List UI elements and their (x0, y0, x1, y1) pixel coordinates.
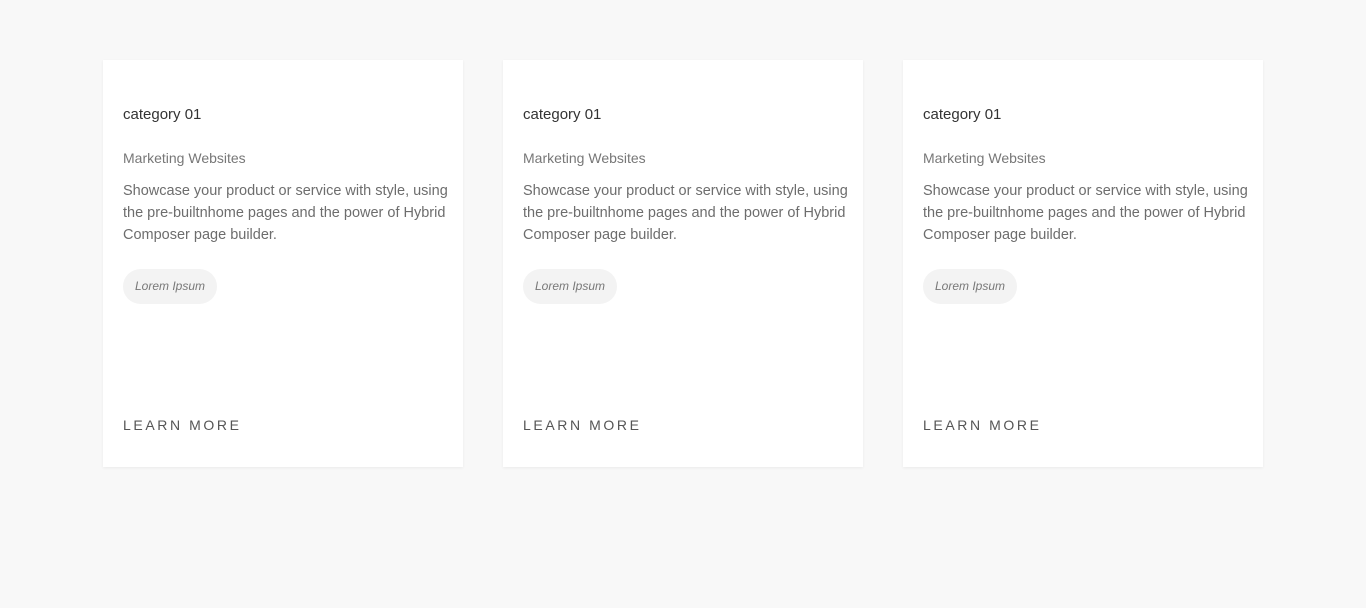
learn-more-link[interactable]: LEARN MORE (523, 417, 642, 433)
card-2: category 01 Marketing Websites Showcase … (503, 60, 863, 467)
card-grid: category 01 Marketing Websites Showcase … (103, 60, 1263, 467)
card-subtitle: Marketing Websites (523, 150, 646, 166)
card-category: category 01 (523, 106, 602, 123)
learn-more-link[interactable]: LEARN MORE (923, 417, 1042, 433)
card-3: category 01 Marketing Websites Showcase … (903, 60, 1263, 467)
card-tag[interactable]: Lorem Ipsum (523, 269, 618, 304)
card-tag[interactable]: Lorem Ipsum (923, 269, 1018, 304)
card-category: category 01 (123, 106, 202, 123)
card-description: Showcase your product or service with st… (123, 183, 448, 243)
card-description: Showcase your product or service with st… (923, 183, 1248, 243)
learn-more-link[interactable]: LEARN MORE (123, 417, 242, 433)
card-subtitle: Marketing Websites (123, 150, 246, 166)
card-tag[interactable]: Lorem Ipsum (123, 269, 218, 304)
card-subtitle: Marketing Websites (923, 150, 1046, 166)
card-description: Showcase your product or service with st… (523, 183, 848, 243)
card-1: category 01 Marketing Websites Showcase … (103, 60, 463, 467)
card-category: category 01 (923, 106, 1002, 123)
